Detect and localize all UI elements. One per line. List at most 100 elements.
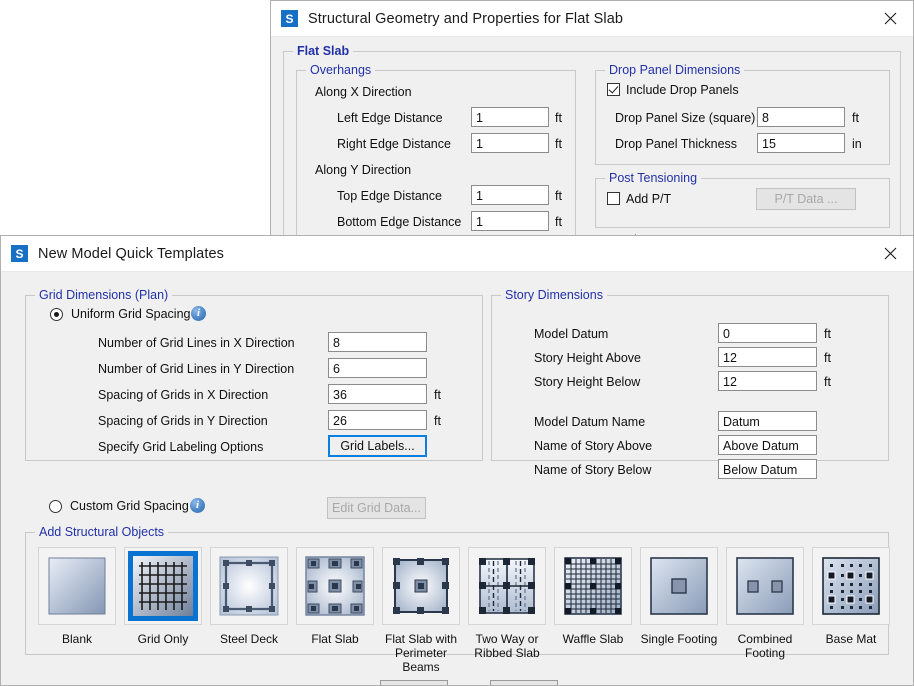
thumbnail-frame (124, 547, 202, 625)
overhangs-group: Overhangs Along X Direction Left Edge Di… (296, 63, 576, 235)
post-tensioning-group: Post Tensioning Add P/T P/T Data ... (595, 171, 890, 228)
story-dimensions-group: Story Dimensions Model Datum 0 ft Story … (491, 288, 889, 479)
drop-panel-size-input[interactable]: 8 (757, 107, 845, 127)
overhangs-group-legend: Overhangs (306, 63, 376, 77)
template-caption: Grid Only (124, 632, 202, 646)
bottom-edge-distance-unit: ft (555, 215, 562, 229)
thumbnail-frame (382, 547, 460, 625)
template-item-flat-slab[interactable]: Flat Slab (296, 547, 374, 646)
edit-grid-data-button[interactable]: Edit Grid Data... (327, 497, 426, 519)
steel-deck-template-icon (219, 556, 279, 616)
close-icon[interactable] (867, 1, 913, 36)
story-height-above-unit: ft (824, 351, 831, 365)
specify-grid-labeling-options-label: Specify Grid Labeling Options (98, 440, 264, 454)
num-grid-lines-y-input[interactable]: 6 (328, 358, 427, 378)
drop-panel-dimensions-legend: Drop Panel Dimensions (605, 63, 745, 77)
drop-panel-size-unit: ft (852, 111, 859, 125)
flat-slab-perimeter-beams-template-icon (391, 556, 451, 616)
template-caption: Base Mat (812, 632, 890, 646)
combined-footing-template-icon (735, 556, 795, 616)
new-model-quick-templates-dialog: S New Model Quick Templates Grid Dimensi… (0, 235, 914, 686)
add-pt-label: Add P/T (626, 192, 672, 206)
num-grid-lines-x-input[interactable]: 8 (328, 332, 427, 352)
waffle-slab-template-icon (563, 556, 623, 616)
left-edge-distance-unit: ft (555, 111, 562, 125)
along-x-direction-label: Along X Direction (315, 85, 412, 99)
add-pt-checkbox[interactable] (607, 192, 620, 205)
model-datum-label: Model Datum (534, 327, 609, 341)
template-item-combined-footing[interactable]: Combined Footing (726, 547, 804, 660)
name-of-story-below-label: Name of Story Below (534, 463, 652, 477)
model-datum-name-input[interactable]: Datum (718, 411, 817, 431)
story-dimensions-legend: Story Dimensions (501, 288, 607, 302)
thumbnail-frame (210, 547, 288, 625)
along-y-direction-label: Along Y Direction (315, 163, 412, 177)
top-edge-distance-input[interactable]: 1 (471, 185, 549, 205)
ok-button[interactable]: OK (380, 680, 448, 685)
model-datum-unit: ft (824, 327, 831, 341)
spacing-grids-y-input[interactable]: 26 (328, 410, 427, 430)
template-item-flat-slab-perimeter-beams[interactable]: Flat Slab with Perimeter Beams (382, 547, 460, 674)
right-edge-distance-input[interactable]: 1 (471, 133, 549, 153)
drop-panel-thickness-input[interactable]: 15 (757, 133, 845, 153)
uniform-grid-spacing-radio[interactable] (50, 308, 63, 321)
flat-slab-dialog: S Structural Geometry and Properties for… (270, 0, 914, 236)
story-height-above-label: Story Height Above (534, 351, 642, 365)
spacing-grids-x-input[interactable]: 36 (328, 384, 427, 404)
story-height-above-input[interactable]: 12 (718, 347, 817, 367)
bottom-edge-distance-label: Bottom Edge Distance (337, 215, 462, 229)
template-caption: Waffle Slab (554, 632, 632, 646)
spacing-grids-x-unit: ft (434, 388, 441, 402)
template-caption: Flat Slab (296, 632, 374, 646)
flat-slab-dialog-title: Structural Geometry and Properties for F… (308, 10, 624, 27)
right-edge-distance-unit: ft (555, 137, 562, 151)
template-item-waffle-slab[interactable]: Waffle Slab (554, 547, 632, 646)
caption-line: Ribbed Slab (474, 646, 540, 660)
caption-line: Steel Deck (219, 632, 279, 646)
model-datum-input[interactable]: 0 (718, 323, 817, 343)
info-icon[interactable]: i (191, 306, 206, 321)
story-height-below-input[interactable]: 12 (718, 371, 817, 391)
template-item-two-way-ribbed-slab[interactable]: Two Way or Ribbed Slab (468, 547, 546, 660)
bottom-edge-distance-input[interactable]: 1 (471, 211, 549, 231)
flat-slab-template-icon (305, 556, 365, 616)
name-of-story-above-label: Name of Story Above (534, 439, 653, 453)
templates-dialog-body: Grid Dimensions (Plan) Uniform Grid Spac… (1, 272, 913, 685)
two-way-ribbed-slab-template-icon (477, 556, 537, 616)
caption-line: Combined Footing (737, 632, 793, 660)
template-item-steel-deck[interactable]: Steel Deck (210, 547, 288, 646)
name-of-story-below-input[interactable]: Below Datum (718, 459, 817, 479)
info-icon[interactable]: i (190, 498, 205, 513)
thumbnail-frame (640, 547, 718, 625)
template-item-blank[interactable]: Blank (38, 547, 116, 646)
uniform-grid-spacing-label: Uniform Grid Spacing (71, 307, 191, 321)
template-item-grid-only[interactable]: Grid Only (124, 547, 202, 646)
spacing-grids-y-label: Spacing of Grids in Y Direction (98, 414, 268, 428)
name-of-story-above-input[interactable]: Above Datum (718, 435, 817, 455)
right-edge-distance-label: Right Edge Distance (337, 137, 451, 151)
custom-grid-spacing-radio[interactable] (49, 500, 62, 513)
close-icon[interactable] (867, 236, 913, 271)
base-mat-template-icon (821, 556, 881, 616)
add-structural-objects-group: Add Structural Objects Blank Grid Only S… (25, 525, 890, 674)
flat-slab-dialog-titlebar: S Structural Geometry and Properties for… (271, 1, 913, 37)
caption-line: Waffle Slab (562, 632, 624, 646)
spacing-grids-y-unit: ft (434, 414, 441, 428)
template-item-single-footing[interactable]: Single Footing (640, 547, 718, 646)
left-edge-distance-label: Left Edge Distance (337, 111, 443, 125)
cancel-button[interactable]: Cancel (490, 680, 558, 685)
template-item-base-mat[interactable]: Base Mat (812, 547, 890, 646)
single-footing-template-icon (649, 556, 709, 616)
app-icon: S (281, 10, 298, 27)
include-drop-panels-checkbox[interactable] (607, 83, 620, 96)
left-edge-distance-input[interactable]: 1 (471, 107, 549, 127)
grid-labels-button[interactable]: Grid Labels... (328, 435, 427, 457)
pt-data-button[interactable]: P/T Data ... (756, 188, 856, 210)
template-caption: Single Footing (640, 632, 718, 646)
include-drop-panels-label: Include Drop Panels (626, 83, 739, 97)
top-edge-distance-label: Top Edge Distance (337, 189, 442, 203)
story-height-below-label: Story Height Below (534, 375, 641, 389)
caption-line: Perimeter Beams (394, 646, 447, 674)
post-tensioning-legend: Post Tensioning (605, 171, 702, 185)
drop-panel-size-label: Drop Panel Size (square) (615, 111, 756, 125)
